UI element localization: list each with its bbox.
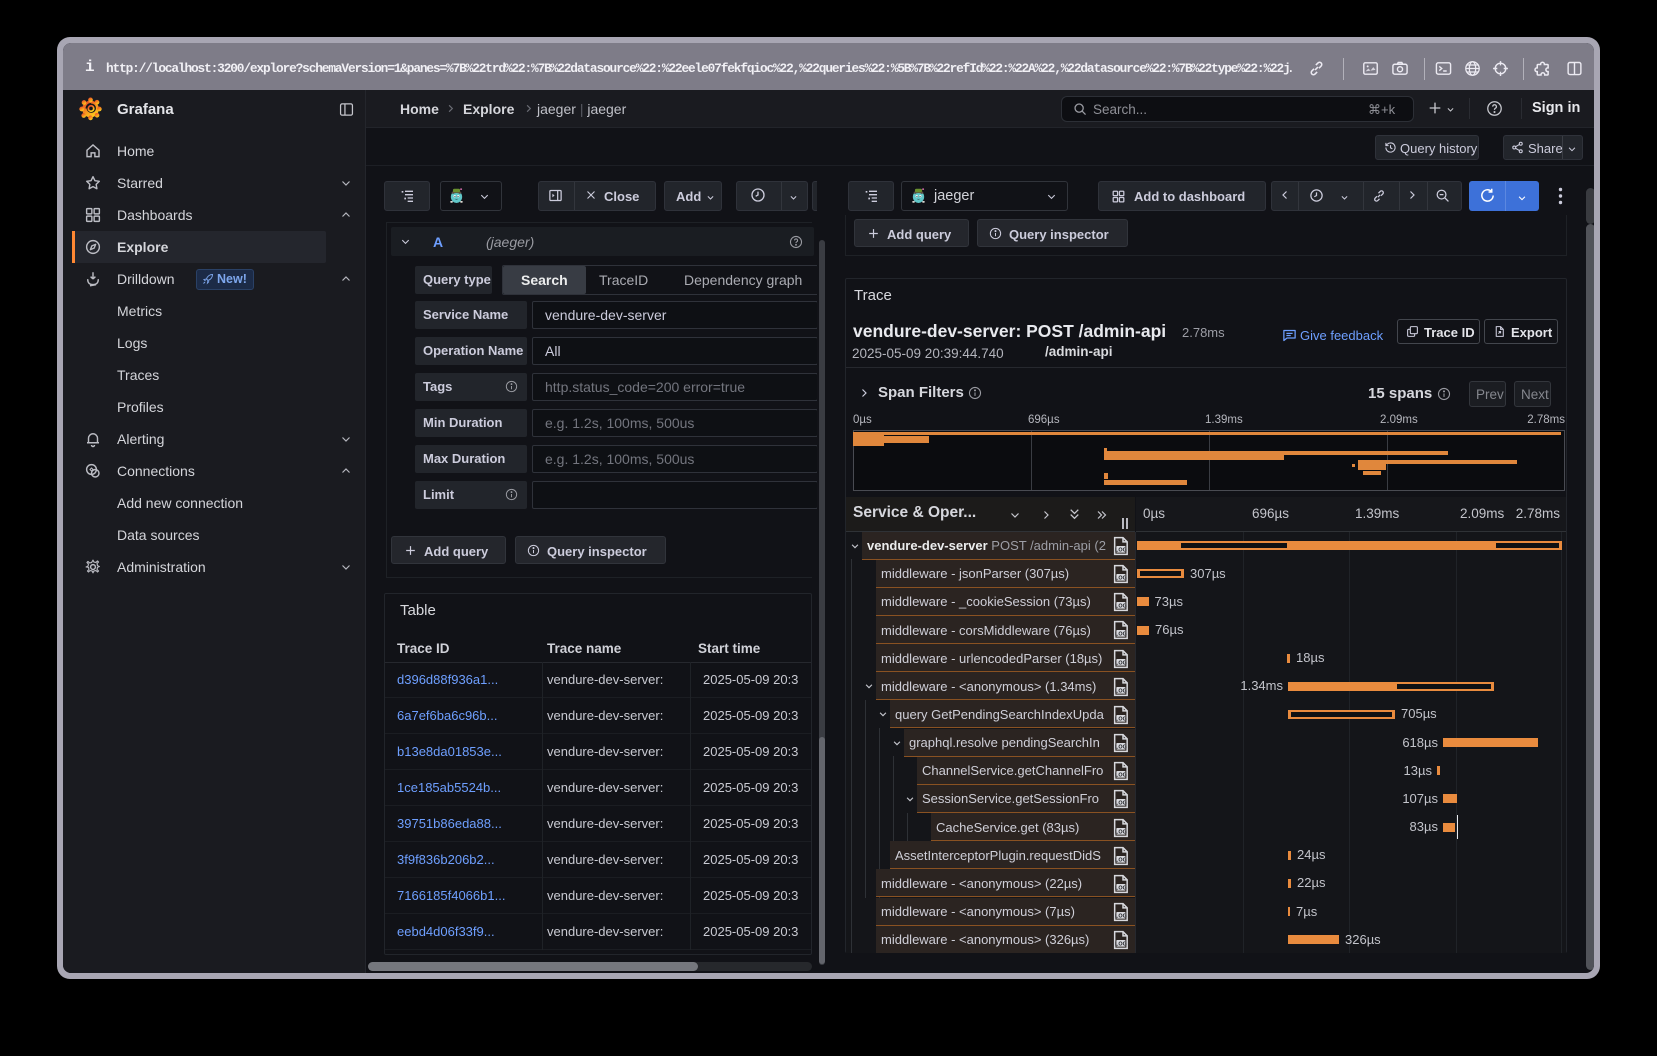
svg-text:LOG: LOG (1115, 716, 1127, 722)
svg-text:LOG: LOG (1115, 801, 1127, 807)
svg-text:LOG: LOG (1115, 942, 1127, 948)
svg-text:LOG: LOG (1115, 576, 1127, 582)
svg-text:LOG: LOG (1115, 604, 1127, 610)
svg-text:LOG: LOG (1115, 773, 1127, 779)
svg-text:LOG: LOG (1115, 660, 1127, 666)
svg-text:LOG: LOG (1115, 913, 1127, 919)
svg-text:LOG: LOG (1115, 885, 1127, 891)
svg-text:LOG: LOG (1115, 829, 1127, 835)
svg-text:LOG: LOG (1115, 857, 1127, 863)
svg-text:LOG: LOG (1115, 632, 1127, 638)
svg-text:LOG: LOG (1115, 548, 1127, 554)
svg-text:LOG: LOG (1115, 688, 1127, 694)
svg-text:LOG: LOG (1115, 745, 1127, 751)
